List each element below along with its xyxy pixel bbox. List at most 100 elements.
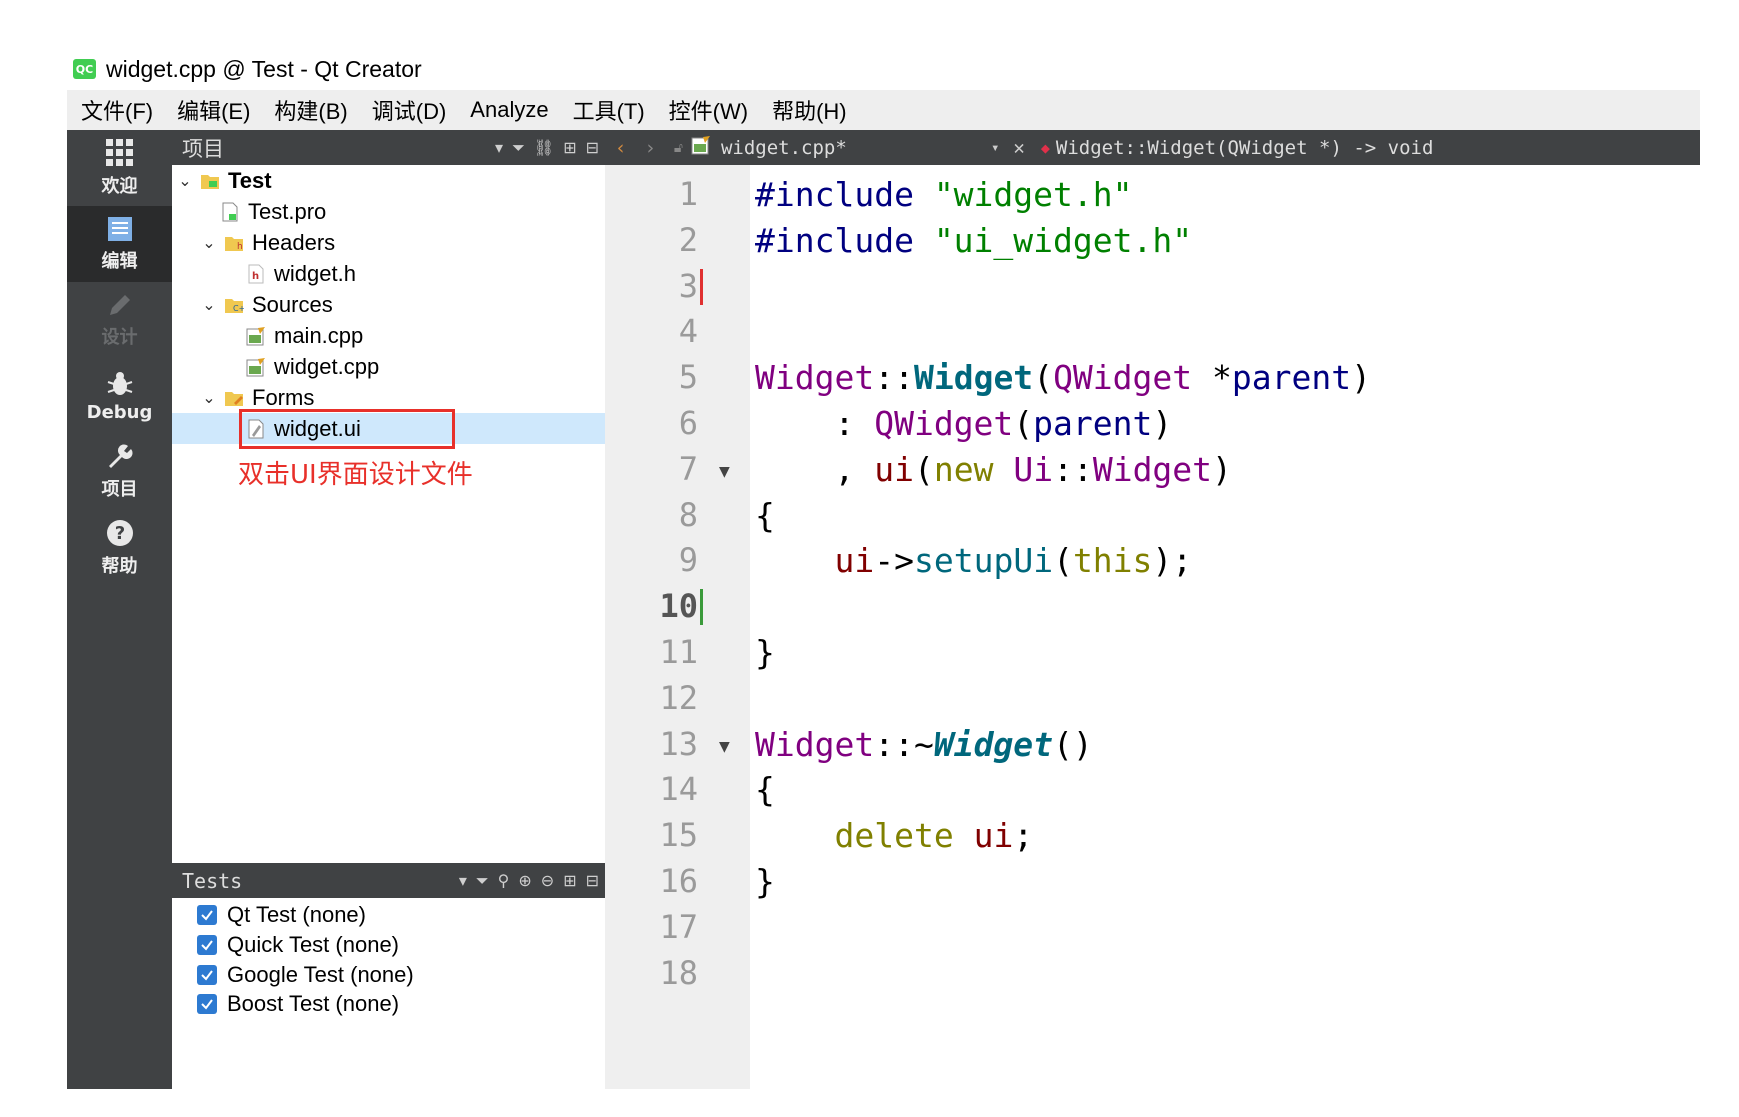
line-number: 4 (678, 312, 698, 351)
filter-icon[interactable]: ⏷ (512, 138, 525, 158)
code-token: #include (755, 220, 934, 260)
tree-item-project[interactable]: ⌄ Test (172, 165, 605, 196)
menu-edit[interactable]: 编辑(E) (165, 94, 262, 126)
close-pane-icon[interactable]: ⊟ (586, 871, 599, 890)
code-token: Widget (913, 358, 1034, 398)
code-editor[interactable]: 1 2 3 4 5 6 7 ▼ 8 9 10 11 12 13 ▼ 14 15 16 17 18 #include "… (605, 165, 1700, 1089)
code-token: ( (1053, 541, 1073, 581)
checkbox-checked-icon[interactable] (197, 905, 217, 925)
menu-help[interactable]: 帮助(H) (760, 94, 859, 126)
code-token: : (755, 404, 875, 443)
expand-arrow-icon[interactable]: ⌄ (200, 388, 218, 408)
line-number: 2 (678, 220, 698, 259)
mode-help[interactable]: ? 帮助 (67, 510, 172, 586)
tree-item-main-cpp[interactable]: main.cpp (172, 320, 605, 351)
menu-file[interactable]: 文件(F) (67, 94, 165, 126)
qt-creator-logo-icon: QC (73, 59, 96, 79)
code-token: ); (1152, 541, 1193, 581)
collapse-all-icon[interactable]: ⊖ (541, 871, 554, 890)
fold-arrow-icon[interactable]: ▼ (719, 739, 730, 755)
code-token: ( (1033, 358, 1054, 398)
tree-item-label: main.cpp (274, 322, 364, 348)
pane-title[interactable]: 项目 (182, 133, 224, 163)
checkbox-checked-icon[interactable] (197, 965, 217, 985)
title-bar: QC widget.cpp @ Test - Qt Creator (67, 48, 1700, 90)
run-icon[interactable]: ⚲ (498, 871, 510, 890)
symbol-selector[interactable]: Widget::Widget(QWidget *) -> void (1056, 137, 1434, 159)
test-label: Google Test (none) (227, 962, 414, 987)
test-item-boost[interactable]: Boost Test (none) (197, 989, 399, 1019)
code-token: ui (973, 816, 1014, 856)
code-token: Widget (933, 724, 1054, 764)
test-item-qt[interactable]: Qt Test (none) (197, 900, 366, 930)
filter-icon[interactable]: ⏷ (476, 871, 489, 891)
test-item-quick[interactable]: Quick Test (none) (197, 930, 399, 960)
dropdown-arrow-icon[interactable]: ▾ (495, 138, 503, 157)
menu-build[interactable]: 构建(B) (262, 94, 359, 126)
code-token: } (755, 633, 775, 672)
editor-toolbar: ‹ › 🔓︎ widget.cpp* ▾ ✕ ◆ Widget::Widget(… (605, 130, 1700, 165)
expand-arrow-icon[interactable]: ⌄ (200, 295, 218, 315)
mode-label: 编辑 (101, 251, 138, 272)
mode-projects[interactable]: 项目 (67, 434, 172, 510)
checkbox-checked-icon[interactable] (197, 935, 217, 955)
line-number: 8 (678, 495, 698, 534)
code-token: ::~ (874, 724, 934, 764)
svg-text:?: ? (114, 523, 124, 544)
line-number: 12 (659, 678, 698, 717)
forward-arrow-icon[interactable]: › (644, 137, 655, 159)
fold-arrow-icon[interactable]: ▼ (719, 464, 730, 480)
tree-item-widget-h[interactable]: h widget.h (172, 258, 605, 289)
mode-debug[interactable]: Debug (67, 358, 172, 434)
close-pane-icon[interactable]: ⊟ (586, 138, 599, 157)
menu-debug[interactable]: 调试(D) (360, 94, 459, 126)
pane-title[interactable]: Tests (182, 869, 242, 893)
code-token: :: (874, 358, 914, 398)
expand-arrow-icon[interactable]: ⌄ (200, 233, 218, 253)
code-token: () (1053, 724, 1093, 764)
close-file-icon[interactable]: ✕ (1013, 137, 1024, 159)
expand-all-icon[interactable]: ⊕ (518, 871, 531, 890)
line-number: 18 (659, 953, 698, 992)
forms-folder-icon (224, 387, 244, 409)
code-token: new (933, 449, 994, 489)
mode-welcome[interactable]: 欢迎 (67, 130, 172, 206)
tree-item-sources[interactable]: ⌄ C+ Sources (172, 289, 605, 320)
split-icon[interactable]: ⊞ (563, 138, 576, 157)
code-line: #include "ui_widget.h" (755, 221, 1192, 260)
menu-widgets[interactable]: 控件(W) (657, 94, 760, 126)
tree-item-label: widget.h (274, 260, 356, 286)
line-number: 10 (659, 587, 698, 626)
code-token: delete (834, 816, 954, 856)
code-token: ( (1013, 404, 1034, 443)
mode-edit[interactable]: 编辑 (67, 206, 172, 282)
test-label: Qt Test (none) (227, 902, 366, 927)
tree-item-pro-file[interactable]: Test.pro (172, 196, 605, 227)
code-token: ui (834, 541, 875, 581)
tests-pane-header: Tests ▾ ⏷ ⚲ ⊕ ⊖ ⊞ ⊟ (172, 863, 605, 898)
mode-design[interactable]: 设计 (67, 282, 172, 358)
line-number: 6 (678, 404, 698, 442)
test-item-google[interactable]: Google Test (none) (197, 960, 414, 990)
test-label: Boost Test (none) (227, 991, 400, 1016)
link-icon[interactable]: ⛓ (534, 138, 554, 157)
menu-tools[interactable]: 工具(T) (561, 94, 657, 126)
lock-icon: 🔓︎ (673, 139, 683, 156)
tree-item-headers[interactable]: ⌄ h Headers (172, 227, 605, 258)
dropdown-arrow-icon[interactable]: ▾ (991, 140, 999, 156)
code-token: , (755, 449, 875, 489)
menu-analyze[interactable]: Analyze (458, 97, 560, 123)
split-icon[interactable]: ⊞ (563, 871, 576, 890)
back-arrow-icon[interactable]: ‹ (615, 137, 626, 159)
code-token: ) (1152, 404, 1173, 443)
tree-item-widget-cpp[interactable]: widget.cpp (172, 351, 605, 382)
dropdown-arrow-icon[interactable]: ▾ (459, 871, 467, 890)
code-line: ui->setupUi(this); (755, 541, 1192, 580)
checkbox-checked-icon[interactable] (197, 994, 217, 1014)
expand-arrow-icon[interactable]: ⌄ (176, 171, 194, 191)
code-token: #include (755, 175, 934, 214)
open-file-name[interactable]: widget.cpp* (721, 137, 991, 159)
line-number: 3 (678, 266, 698, 305)
